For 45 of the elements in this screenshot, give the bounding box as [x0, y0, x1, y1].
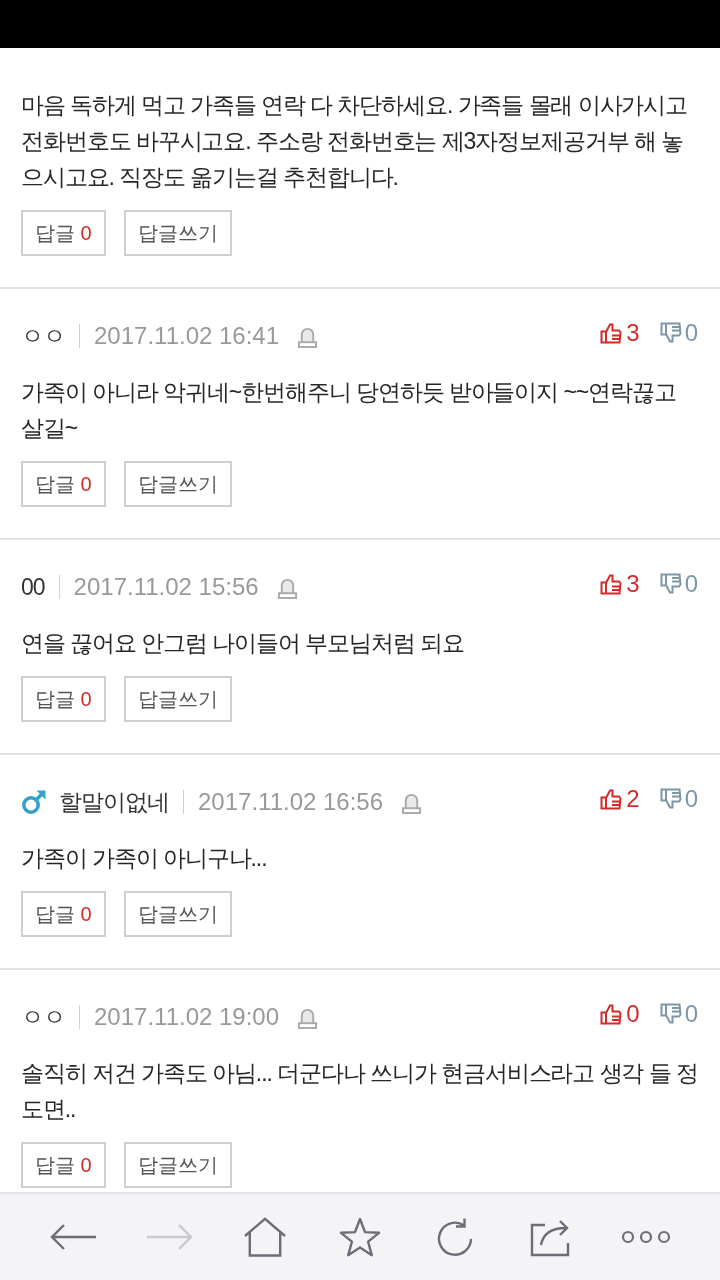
like-count: 3 [626, 319, 640, 347]
comment-date: 2017.11.02 16:56 [198, 788, 384, 816]
thumbs-down-icon[interactable] [659, 788, 682, 810]
write-reply-button[interactable]: 답글쓰기 [123, 1142, 232, 1188]
reply-count-button[interactable]: 답글 0 [21, 891, 106, 937]
like-count: 2 [626, 785, 640, 813]
home-icon[interactable] [242, 1217, 287, 1257]
more-icon[interactable] [621, 1230, 672, 1244]
thumbs-up-icon[interactable] [600, 1003, 623, 1025]
like-count: 0 [626, 1000, 640, 1028]
refresh-icon[interactable] [436, 1217, 475, 1257]
reply-count-button[interactable]: 답글 0 [21, 461, 106, 507]
comment-text: 연을 끊어요 안그럼 나이들어 부모님처럼 되요 [21, 629, 465, 658]
write-reply-button[interactable]: 답글쓰기 [123, 210, 232, 256]
thumbs-up-icon[interactable] [600, 788, 623, 810]
reply-count-button[interactable]: 답글 0 [21, 676, 106, 722]
author-name: 할말이없네 [59, 787, 169, 817]
comment-text: 가족이 아니라 악귀네~한번해주니 당연하듯 받아들이지 ~~연락끊고 살길~ [21, 378, 677, 443]
write-reply-button[interactable]: 답글쓰기 [123, 676, 232, 722]
thumbs-up-icon[interactable] [600, 322, 623, 344]
arrow-left-icon[interactable] [49, 1223, 98, 1251]
dislike-count: 0 [684, 319, 698, 347]
reply-count-button[interactable]: 답글 0 [21, 210, 106, 256]
thumbs-down-icon[interactable] [659, 322, 682, 344]
dislike-count: 0 [684, 785, 698, 813]
comment-date: 2017.11.02 15:56 [73, 573, 259, 601]
star-icon[interactable] [337, 1216, 382, 1258]
comment-date: 2017.11.02 19:00 [94, 1003, 280, 1031]
write-reply-button[interactable]: 답글쓰기 [123, 461, 232, 507]
thumbs-up-icon[interactable] [600, 573, 623, 595]
dislike-count: 0 [684, 570, 698, 598]
comment-text: 마음 독하게 먹고 가족들 연락 다 차단하세요. 가족들 몰래 이사가시고 전화번호도 바꾸시고요. 주소랑 전화번호는 제3자정보제공거부 해 놓으시고요. 직장도 옮기는걸 추천합니다. [21, 91, 689, 192]
thumbs-down-icon[interactable] [659, 1003, 682, 1025]
author-name: 00 [21, 573, 45, 601]
comment-date: 2017.11.02 16:41 [94, 322, 280, 350]
like-count: 3 [626, 570, 640, 598]
author-name: ㅇㅇ [21, 1002, 65, 1032]
share-icon[interactable] [529, 1217, 572, 1257]
write-reply-button[interactable]: 답글쓰기 [123, 891, 232, 937]
reply-count-button[interactable]: 답글 0 [21, 1142, 106, 1188]
comment-text: 솔직히 저건 가족도 아님... 더군다나 쓰니가 현금서비스라고 생각 들 정도면.. [21, 1059, 699, 1124]
author-name: ㅇㅇ [21, 321, 65, 351]
dislike-count: 0 [684, 1000, 698, 1028]
comment-text: 가족이 가족이 아니구나... [21, 844, 268, 873]
thumbs-down-icon[interactable] [659, 573, 682, 595]
